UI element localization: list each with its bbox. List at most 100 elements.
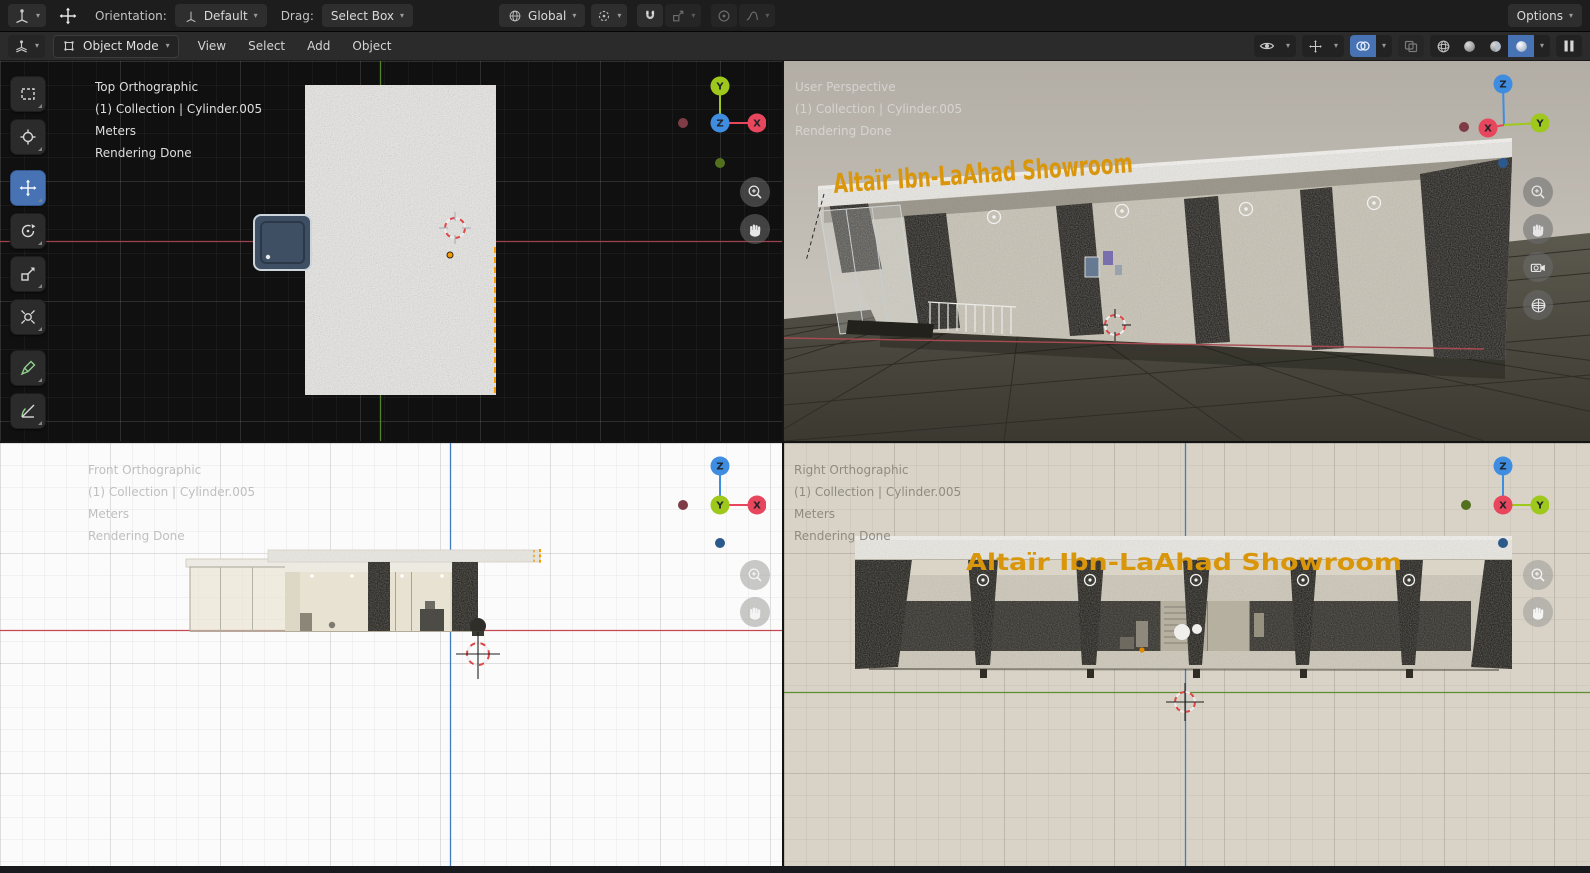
view-gizmo-perspective[interactable]: Z X Y xyxy=(1457,71,1549,175)
gizmo-axis-z[interactable] xyxy=(710,113,730,133)
pan-button[interactable] xyxy=(1523,214,1553,244)
view-gizmo-front[interactable]: Z Y X xyxy=(674,453,766,557)
gizmo-axis-x[interactable] xyxy=(747,113,767,133)
gizmo-axis-x-neg[interactable] xyxy=(678,500,688,510)
menu-view[interactable]: View xyxy=(189,36,235,56)
overlays-dropdown[interactable]: ▾ xyxy=(1350,35,1392,57)
gizmo-axis-y-neg[interactable] xyxy=(1461,500,1471,510)
gizmo-axis-x[interactable] xyxy=(1478,118,1498,138)
menu-select[interactable]: Select xyxy=(239,36,294,56)
building-front-elevation[interactable] xyxy=(185,549,541,632)
wall-frame xyxy=(1115,265,1122,275)
measure-tool[interactable] xyxy=(10,393,46,429)
viewport-scene-top[interactable] xyxy=(0,61,782,441)
hand-icon xyxy=(749,224,761,237)
move-tool[interactable] xyxy=(10,170,46,206)
zoom-button[interactable] xyxy=(740,177,770,207)
rotate-tool[interactable] xyxy=(10,213,46,249)
zoom-button[interactable] xyxy=(1523,177,1553,207)
chevron-down-icon: ▾ xyxy=(572,10,577,20)
orientation-dropdown[interactable]: Default ▾ xyxy=(174,4,267,27)
chevron-down-icon: ▾ xyxy=(35,41,40,50)
toggle-orthographic-button[interactable] xyxy=(1523,290,1553,320)
gizmo-axis-z-neg[interactable] xyxy=(715,538,725,548)
view-gizmo-right[interactable]: Z X Y xyxy=(1457,453,1549,557)
gizmo-axis-x-neg[interactable] xyxy=(678,118,688,128)
drag-dropdown[interactable]: Select Box ▾ xyxy=(321,4,414,27)
showroom-building-3d[interactable]: Altaïr Ibn-LaAhad Showroom xyxy=(805,138,1512,379)
shading-material-button[interactable] xyxy=(1482,35,1508,57)
wall-frame xyxy=(1084,256,1100,278)
gizmo-axis-y[interactable] xyxy=(1530,113,1550,133)
gizmo-axis-y[interactable] xyxy=(710,76,730,96)
object-origin-dot[interactable] xyxy=(446,251,454,259)
falloff-curve-icon xyxy=(746,10,759,21)
view-gizmo-top[interactable]: Y X Z xyxy=(674,73,766,177)
menu-object[interactable]: Object xyxy=(343,36,400,56)
shading-rendered-button[interactable] xyxy=(1508,35,1534,57)
camera-view-button[interactable] xyxy=(1523,252,1553,282)
options-dropdown[interactable]: Options ▾ xyxy=(1507,4,1582,27)
hand-icon xyxy=(1532,224,1544,237)
transform-orientation-dropdown[interactable]: Global ▾ xyxy=(499,4,586,27)
shading-wireframe-button[interactable] xyxy=(1430,35,1456,57)
zoom-button[interactable] xyxy=(1523,560,1553,590)
glass-box-object[interactable] xyxy=(253,214,312,271)
viewport-scene-front[interactable] xyxy=(0,443,782,873)
viewport-top-orthographic[interactable]: Top Orthographic (1) Collection | Cylind… xyxy=(0,61,782,441)
pan-button[interactable] xyxy=(740,214,770,244)
viewport-header: ▾ Object Mode ▾ View Select Add Object ▾ xyxy=(0,32,1590,61)
shading-dropdown[interactable]: ▾ xyxy=(1534,35,1550,57)
gizmo-axis-x[interactable] xyxy=(747,495,767,515)
camera-icon xyxy=(1530,263,1545,272)
snap-target-dropdown[interactable]: ▾ xyxy=(665,4,702,27)
glass-box xyxy=(189,566,287,632)
shading-mode-group: ▾ xyxy=(1430,35,1550,57)
mode-value: Object Mode xyxy=(83,39,159,53)
gizmo-axis-y[interactable] xyxy=(710,495,730,515)
select-box-tool[interactable] xyxy=(10,76,46,112)
proportional-editing-toggle[interactable] xyxy=(711,4,738,27)
gizmos-dropdown[interactable]: ▾ xyxy=(1302,35,1344,57)
pan-button[interactable] xyxy=(1523,597,1553,627)
proportional-falloff-dropdown[interactable]: ▾ xyxy=(739,4,776,27)
object-visibility-dropdown[interactable]: ▾ xyxy=(1254,35,1296,57)
select-box-icon xyxy=(21,88,35,100)
viewport-editor-type-selector[interactable]: ▾ xyxy=(8,34,46,58)
gizmo-axis-z[interactable] xyxy=(1493,74,1513,94)
transform-icon xyxy=(21,310,35,324)
zoom-button[interactable] xyxy=(740,560,770,590)
chevron-down-icon: ▾ xyxy=(1333,41,1338,50)
cursor-tool[interactable] xyxy=(10,119,46,155)
pivot-point-dropdown[interactable]: ▾ xyxy=(591,4,628,27)
mode-dropdown[interactable]: Object Mode ▾ xyxy=(53,34,179,58)
chevron-down-icon: ▾ xyxy=(617,10,622,20)
scale-tool[interactable] xyxy=(10,256,46,292)
shading-solid-button[interactable] xyxy=(1456,35,1482,57)
gizmo-axis-y[interactable] xyxy=(1530,495,1550,515)
xray-icon xyxy=(1404,40,1418,53)
cursor-crosshair-icon xyxy=(20,129,36,145)
annotate-pen-icon xyxy=(20,360,36,376)
pan-button[interactable] xyxy=(740,597,770,627)
gizmo-axis-z[interactable] xyxy=(710,456,730,476)
xray-toggle[interactable] xyxy=(1398,35,1424,57)
render-pause-button[interactable] xyxy=(1556,35,1582,57)
gizmo-axis-z-neg[interactable] xyxy=(1498,538,1508,548)
viewport-front-orthographic[interactable]: Front Orthographic (1) Collection | Cyli… xyxy=(0,443,782,873)
editor-type-selector[interactable]: ▾ xyxy=(8,4,47,27)
chevron-down-icon: ▾ xyxy=(165,41,170,50)
eye-visibility-icon xyxy=(1259,42,1275,50)
chevron-down-icon: ▾ xyxy=(36,10,41,20)
tool-shelf xyxy=(10,76,46,429)
gizmo-axis-z[interactable] xyxy=(1493,456,1513,476)
transform-tool[interactable] xyxy=(10,299,46,335)
menu-add[interactable]: Add xyxy=(298,36,339,56)
gizmo-axis-x-neg[interactable] xyxy=(1459,122,1469,132)
annotate-tool[interactable] xyxy=(10,350,46,386)
snap-toggle-button[interactable] xyxy=(637,4,664,27)
gizmo-axis-y-neg[interactable] xyxy=(715,158,725,168)
gizmo-axis-z-neg[interactable] xyxy=(1498,158,1508,168)
gizmo-axis-x[interactable] xyxy=(1493,495,1513,515)
building-side-elevation[interactable]: Altaïr Ibn-LaAhad Showroom xyxy=(855,536,1512,678)
